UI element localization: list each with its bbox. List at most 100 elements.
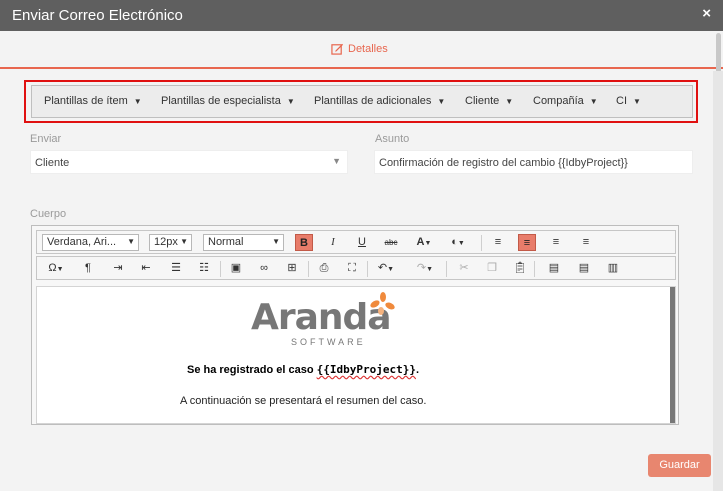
paste-text-icon[interactable]: ▥ (604, 260, 622, 277)
subject-input[interactable]: Confirmación de registro del cambio {{Id… (374, 150, 693, 174)
editor-toolbar-row-1: Verdana, Ari... ▼ 12px ▼ Normal ▼ B I U abc… (36, 230, 676, 254)
caret-down-icon: ▼ (633, 96, 641, 106)
additional-templates-menu[interactable]: Plantillas de adicionales ▼ (314, 95, 445, 107)
rich-text-editor: Verdana, Ari... ▼ 12px ▼ Normal ▼ B I U abc… (31, 225, 679, 425)
align-center-button[interactable]: ≡ (518, 234, 536, 251)
client-menu-label: Cliente (465, 95, 500, 107)
project-variable: {{IdbyProject}} (316, 363, 416, 376)
editor-scrollbar[interactable] (670, 287, 675, 423)
templates-toolbar: Plantillas de ítem ▼ Plantillas de especi… (31, 85, 693, 118)
additional-templates-label: Plantillas de adicionales (314, 95, 432, 107)
format-value: Normal (208, 236, 244, 248)
toolbar-divider (534, 261, 535, 277)
table-icon[interactable]: ⊞ (283, 260, 301, 277)
toolbar-divider (481, 235, 482, 251)
ci-menu-label: CI (616, 95, 627, 107)
caret-down-icon: ▼ (589, 96, 598, 106)
font-family-select[interactable]: Verdana, Ari... ▼ (42, 234, 139, 251)
editor-content[interactable]: Aranda SOFTWARE Se ha registrado el caso… (36, 286, 676, 424)
save-button[interactable]: Guardar (648, 454, 711, 477)
editor-toolbar-row-2: Ω▼ ¶ ⇥ ⇤ ☰ ☷ ▣ ∞ ⊞ ⎙ ⛶ ↶▼ ↷▼ ✂ ❐ 📋︎ ▤ ▤ … (36, 256, 676, 280)
tab-details[interactable]: Detalles (331, 42, 388, 55)
tab-bar: Detalles (0, 31, 723, 69)
caret-down-icon: ▼ (426, 266, 434, 273)
redo-button[interactable]: ↷▼ (412, 260, 438, 277)
font-size-select[interactable]: 12px ▼ (149, 234, 192, 251)
item-templates-label: Plantillas de ítem (44, 95, 128, 107)
cut-icon[interactable]: ✂ (455, 260, 473, 277)
caret-down-icon: ▼ (505, 96, 514, 106)
dialog-title: Enviar Correo Electrónico (12, 7, 183, 24)
logo-petals-icon (370, 292, 395, 315)
italic-button[interactable]: I (324, 234, 342, 251)
caret-down-icon: ▼ (272, 237, 280, 246)
send-value: Cliente (35, 157, 70, 169)
image-icon[interactable]: ▣ (227, 260, 245, 277)
ci-menu[interactable]: CI ▼ (616, 95, 641, 107)
title-bar: Enviar Correo Electrónico × (0, 0, 723, 31)
caret-down-icon: ▼ (56, 266, 64, 273)
font-size-value: 12px (154, 236, 178, 248)
dialog-scrollbar[interactable] (716, 33, 721, 73)
company-menu-label: Compañía (533, 95, 584, 107)
aranda-logo: Aranda SOFTWARE (251, 292, 395, 347)
caret-down-icon: ▼ (387, 266, 395, 273)
text-color-button[interactable]: A▼ (415, 234, 433, 251)
send-email-dialog: Enviar Correo Electrónico × Detalles Pla… (0, 0, 723, 491)
paste-icon[interactable]: 📋︎ (511, 260, 529, 277)
align-right-button[interactable]: ≡ (547, 234, 565, 251)
fullscreen-icon[interactable]: ⛶ (343, 260, 361, 277)
indent-icon[interactable]: ⇥ (109, 260, 127, 277)
underline-button[interactable]: U (353, 234, 371, 251)
edit-icon (331, 43, 344, 55)
bullet-list-icon[interactable]: ☷ (195, 260, 213, 277)
omega-icon: Ω (48, 262, 57, 274)
droplet-icon: ◐ (451, 236, 458, 248)
paste-word-alt-icon[interactable]: ▤ (575, 260, 593, 277)
content-line-1-end: . (415, 364, 420, 376)
undo-button[interactable]: ↶▼ (373, 260, 399, 277)
item-templates-menu[interactable]: Plantillas de ítem ▼ (44, 95, 142, 107)
client-menu[interactable]: Cliente ▼ (465, 95, 513, 107)
paragraph-icon: ¶ (85, 262, 91, 274)
bold-button[interactable]: B (295, 234, 313, 251)
special-char-button[interactable]: Ω▼ (43, 260, 69, 277)
subject-value: Confirmación de registro del cambio {{Id… (379, 157, 628, 169)
caret-down-icon: ▼ (286, 96, 295, 106)
caret-down-icon: ▼ (133, 96, 142, 106)
chevron-down-icon: ▼ (332, 156, 341, 166)
paste-word-icon[interactable]: ▤ (545, 260, 563, 277)
caret-down-icon: ▼ (437, 96, 446, 106)
tab-details-label: Detalles (348, 42, 388, 55)
strikethrough-button[interactable]: abc (382, 234, 400, 251)
caret-down-icon: ▼ (180, 237, 188, 246)
body-label: Cuerpo (30, 208, 67, 220)
text-color-icon: A (416, 236, 425, 248)
content-line-1: Se ha registrado el caso {{IdbyProject}}… (187, 363, 419, 376)
print-icon[interactable]: ⎙ (315, 260, 333, 277)
toolbar-divider (220, 261, 221, 277)
send-select[interactable]: Cliente ▼ (30, 150, 348, 174)
align-left-button[interactable]: ≡ (489, 234, 507, 251)
format-select[interactable]: Normal ▼ (203, 234, 284, 251)
content-line-2: A continuación se presentará el resumen … (180, 395, 427, 407)
toolbar-divider (446, 261, 447, 277)
outdent-icon[interactable]: ⇤ (137, 260, 155, 277)
font-family-value: Verdana, Ari... (47, 236, 117, 248)
link-icon[interactable]: ∞ (255, 260, 273, 277)
highlight-color-button[interactable]: ◐▼ (449, 234, 467, 251)
right-scroll-track (713, 71, 723, 491)
company-menu[interactable]: Compañía ▼ (533, 95, 598, 107)
subject-label: Asunto (375, 133, 410, 145)
specialist-templates-menu[interactable]: Plantillas de especialista ▼ (161, 95, 295, 107)
toolbar-divider (367, 261, 368, 277)
copy-icon[interactable]: ❐ (483, 260, 501, 277)
specialist-templates-label: Plantillas de especialista (161, 95, 281, 107)
justify-button[interactable]: ≡ (577, 234, 595, 251)
close-icon[interactable]: × (702, 5, 711, 22)
caret-down-icon: ▼ (127, 237, 135, 246)
caret-down-icon: ▼ (457, 240, 465, 247)
paragraph-button[interactable]: ¶ (79, 260, 97, 277)
send-label: Enviar (30, 133, 62, 145)
ordered-list-icon[interactable]: ☰ (167, 260, 185, 277)
